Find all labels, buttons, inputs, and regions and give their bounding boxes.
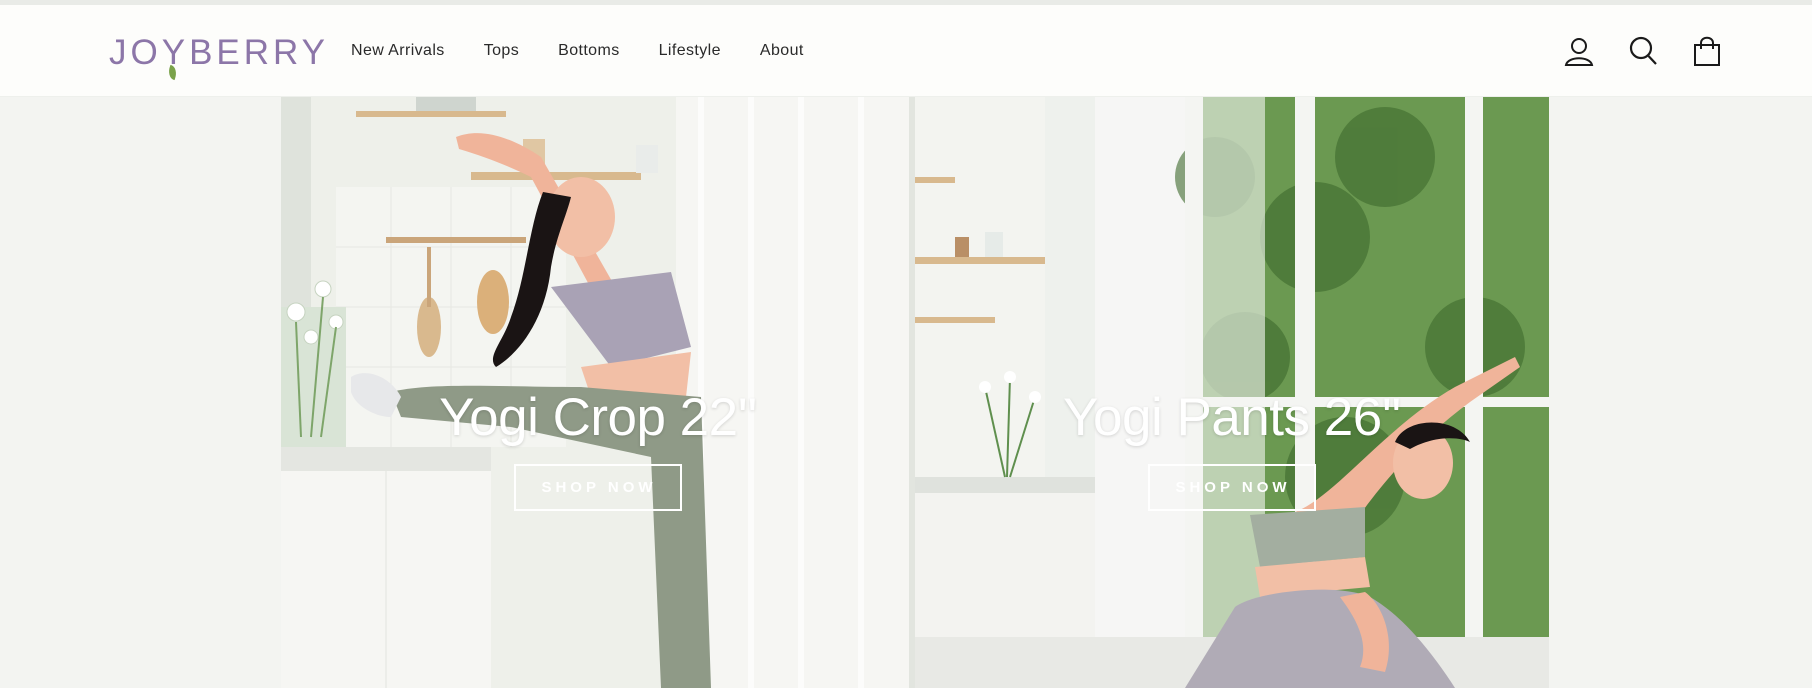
hero-title-crop: Yogi Crop 22'' [439,388,757,447]
shop-now-button-crop[interactable]: SHOP NOW [514,464,682,511]
logo-text-start: JOY [109,33,190,72]
hero-panel-pants[interactable]: Yogi Pants 26'' SHOP NOW [915,97,1549,688]
nav-about[interactable]: About [760,42,804,60]
main-nav: New Arrivals Tops Bottoms Lifestyle Abou… [351,42,843,60]
hero-title-pants: Yogi Pants 26'' [1063,388,1401,447]
header-icons [1564,35,1722,67]
hero-overlay-pants: Yogi Pants 26'' SHOP NOW [915,387,1549,511]
hero-banner: Yogi Crop 22'' SHOP NOW Yogi Pants 26'' … [281,97,1549,688]
account-icon[interactable] [1564,35,1594,67]
cart-icon[interactable] [1692,35,1722,67]
nav-tops[interactable]: Tops [484,42,519,60]
hero-panel-crop[interactable]: Yogi Crop 22'' SHOP NOW [281,97,915,688]
hero-overlay-crop: Yogi Crop 22'' SHOP NOW [281,387,915,511]
nav-new-arrivals[interactable]: New Arrivals [351,42,445,60]
nav-lifestyle[interactable]: Lifestyle [659,42,721,60]
site-header: JOY BERRY New Arrivals Tops Bottoms Lifes… [0,5,1812,97]
search-icon[interactable] [1628,35,1658,67]
brand-logo[interactable]: JOY BERRY [109,33,330,81]
shop-now-button-pants[interactable]: SHOP NOW [1148,464,1316,511]
logo-text-end: BERRY [189,33,330,72]
nav-bottoms[interactable]: Bottoms [558,42,620,60]
